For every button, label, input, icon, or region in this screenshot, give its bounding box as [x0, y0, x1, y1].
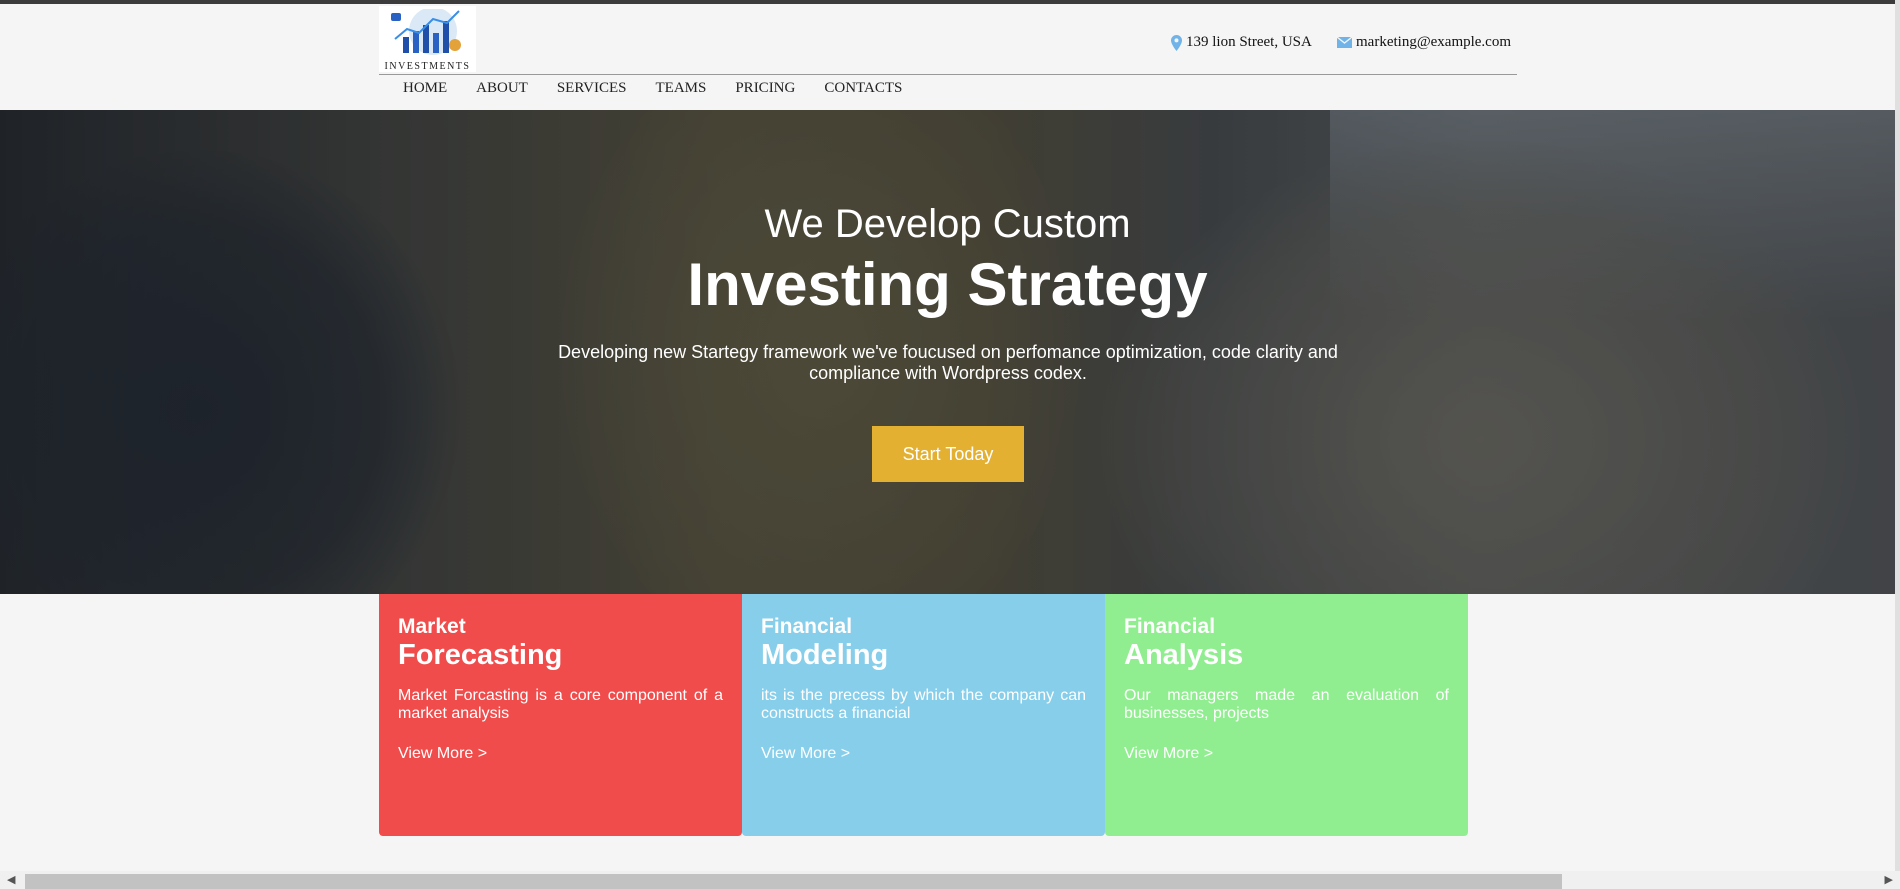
- card-title-big: Forecasting: [398, 639, 563, 671]
- start-today-button[interactable]: Start Today: [872, 426, 1024, 482]
- nav-divider: [379, 74, 1517, 75]
- nav-item-pricing[interactable]: PRICING: [723, 80, 807, 102]
- scroll-right-icon[interactable]: ▶: [1885, 873, 1893, 886]
- card-title-small: Market: [398, 615, 466, 638]
- site-logo[interactable]: INVESTMENTS: [379, 6, 476, 72]
- card-title-small: Financial: [1124, 615, 1216, 638]
- card-financial-modeling: Financial Modeling its is the precess by…: [742, 594, 1105, 836]
- nav-item-teams[interactable]: TEAMS: [644, 80, 719, 102]
- hero-subtitle: We Develop Custom: [764, 202, 1131, 246]
- card-text: Our managers made an evaluation of busin…: [1124, 687, 1449, 722]
- card-financial-analysis: Financial Analysis Our managers made an …: [1105, 594, 1468, 836]
- nav-item-about[interactable]: ABOUT: [464, 80, 540, 102]
- view-more-link[interactable]: View More >: [1124, 745, 1449, 763]
- scrollbar-thumb[interactable]: [25, 874, 1562, 889]
- contact-email[interactable]: marketing@example.com: [1337, 34, 1511, 51]
- view-more-link[interactable]: View More >: [398, 745, 723, 763]
- main-nav: HOME ABOUT SERVICES TEAMS PRICING CONTAC…: [379, 80, 919, 102]
- contact-address: 139 lion Street, USA: [1171, 34, 1312, 51]
- chart-logo-icon: [391, 9, 461, 55]
- map-pin-icon: [1171, 34, 1182, 51]
- hero-section: We Develop Custom Investing Strategy Dev…: [0, 110, 1895, 594]
- site-header: INVESTMENTS 139 lion Street, USA marketi…: [379, 4, 1517, 74]
- nav-item-contacts[interactable]: CONTACTS: [812, 80, 914, 102]
- scroll-left-icon[interactable]: ◀: [7, 873, 15, 886]
- card-title-big: Analysis: [1124, 639, 1244, 671]
- card-title-small: Financial: [761, 615, 853, 638]
- view-more-link[interactable]: View More >: [761, 745, 1086, 763]
- horizontal-scrollbar[interactable]: ◀ ▶: [0, 871, 1900, 889]
- card-text: Market Forcasting is a core component of…: [398, 687, 723, 722]
- logo-text: INVESTMENTS: [384, 61, 471, 72]
- envelope-icon: [1337, 37, 1352, 48]
- card-title-big: Modeling: [761, 639, 889, 671]
- services-cards: Market Forecasting Market Forcasting is …: [379, 594, 1468, 836]
- card-text: its is the precess by which the company …: [761, 687, 1086, 722]
- vertical-scrollbar[interactable]: [1895, 0, 1900, 871]
- hero-description: Developing new Startegy framework we've …: [558, 342, 1338, 383]
- email-text[interactable]: marketing@example.com: [1356, 34, 1511, 51]
- address-text: 139 lion Street, USA: [1186, 34, 1312, 50]
- nav-item-home[interactable]: HOME: [379, 80, 459, 102]
- hero-title: Investing Strategy: [687, 251, 1208, 318]
- card-market-forecasting: Market Forecasting Market Forcasting is …: [379, 594, 742, 836]
- nav-item-services[interactable]: SERVICES: [545, 80, 639, 102]
